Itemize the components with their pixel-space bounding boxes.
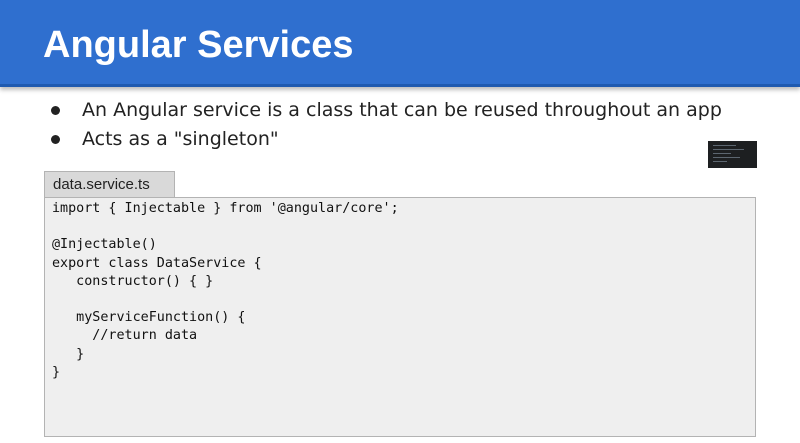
bullet-list: An Angular service is a class that can b… [45,96,722,154]
code-line: constructor() { } [52,273,214,289]
code-thumbnail-image [708,141,757,168]
title-bar: Angular Services [0,0,800,87]
bullet-item: Acts as a "singleton" [45,125,722,154]
code-line: //return data [52,328,198,344]
bullet-dot-icon [51,106,60,115]
code-line: myServiceFunction() { [52,310,246,326]
code-line: @Injectable() [52,237,157,253]
code-block: import { Injectable } from '@angular/cor… [44,197,756,437]
filename-tab: data.service.ts [44,171,175,197]
code-line: } [52,364,61,380]
code-line: export class DataService { [52,255,262,271]
code-line: import { Injectable } from '@angular/cor… [52,201,399,216]
bullet-text: Acts as a "singleton" [82,128,279,150]
bullet-text: An Angular service is a class that can b… [82,99,722,121]
bullet-item: An Angular service is a class that can b… [45,96,722,125]
slide: Angular Services An Angular service is a… [0,0,800,443]
bullet-dot-icon [51,135,60,144]
slide-title: Angular Services [43,24,354,66]
code-line: } [52,346,85,362]
